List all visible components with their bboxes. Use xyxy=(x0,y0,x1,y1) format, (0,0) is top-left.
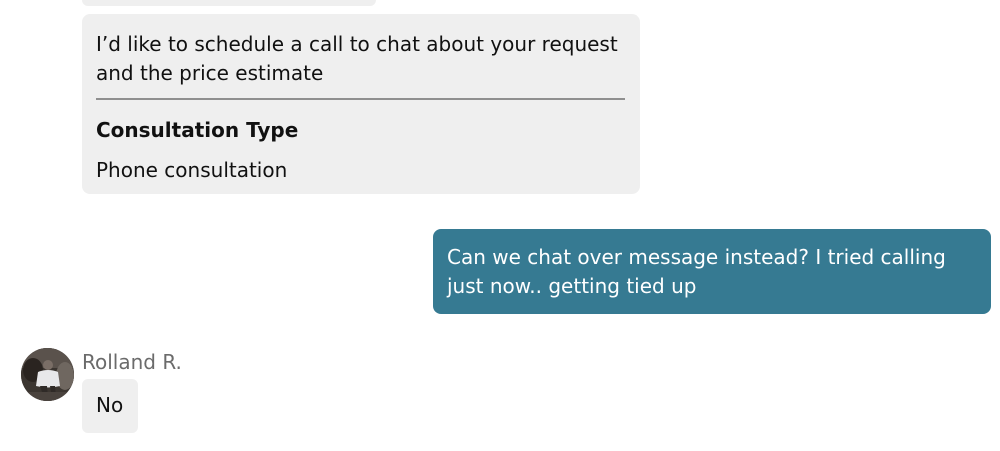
consultation-type-value: Phone consultation xyxy=(96,158,288,182)
card-divider xyxy=(96,98,625,100)
incoming-message-bubble: No xyxy=(82,379,138,433)
outgoing-message-text: Can we chat over message instead? I trie… xyxy=(447,245,946,298)
user-photo-avatar-icon[interactable] xyxy=(21,348,74,401)
consultation-request-card: I’d like to schedule a call to chat abou… xyxy=(82,14,640,194)
incoming-message-text: No xyxy=(96,393,124,417)
outgoing-message-bubble: Can we chat over message instead? I trie… xyxy=(433,229,991,314)
chat-thread: I’d like to schedule a call to chat abou… xyxy=(0,0,1000,451)
consultation-message-text: I’d like to schedule a call to chat abou… xyxy=(96,32,618,85)
sender-name[interactable]: Rolland R. xyxy=(82,349,182,375)
consultation-type-label: Consultation Type xyxy=(96,118,299,142)
avatar-image xyxy=(21,348,74,401)
previous-message-bubble xyxy=(82,0,376,6)
